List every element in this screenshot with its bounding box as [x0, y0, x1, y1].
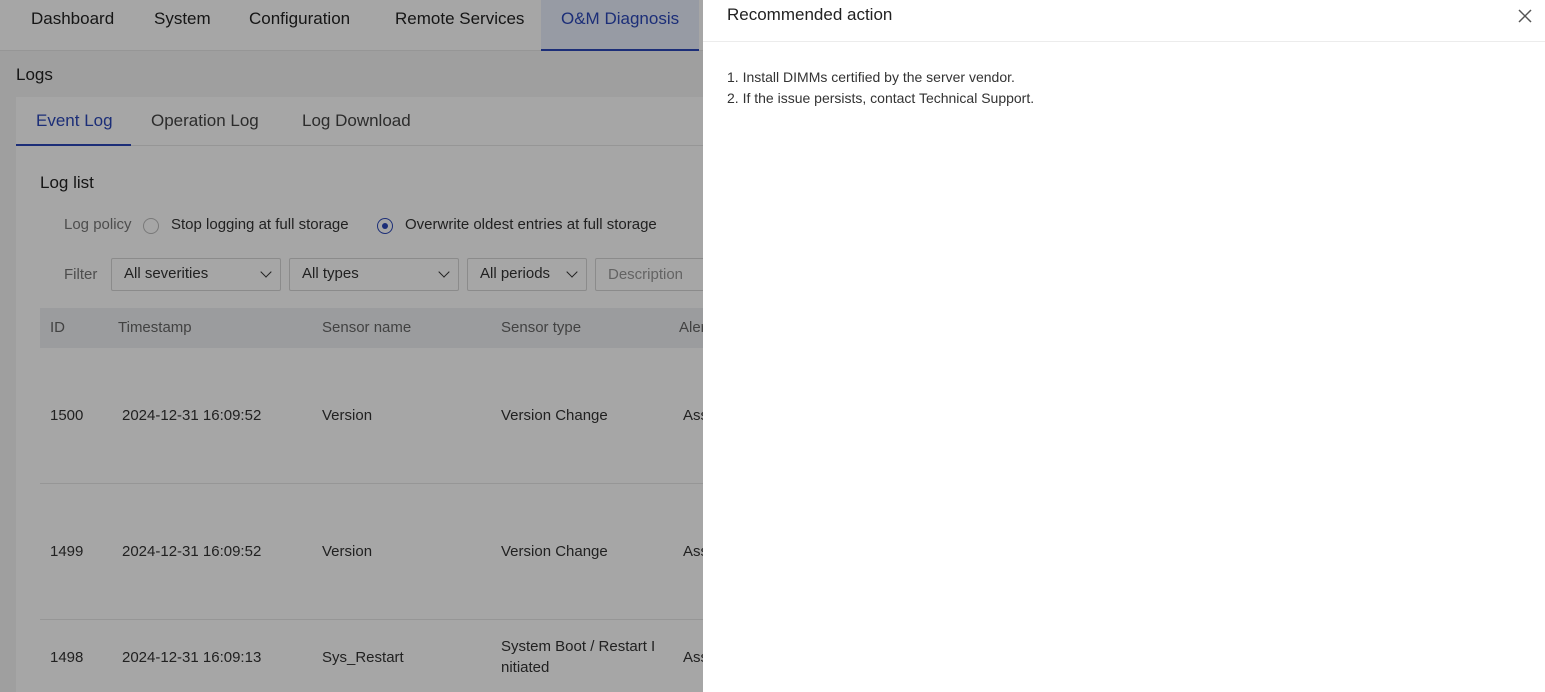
- drawer-body: 1. Install DIMMs certified by the server…: [727, 67, 1034, 109]
- recommended-action-line: 1. Install DIMMs certified by the server…: [727, 69, 1015, 85]
- recommended-action-drawer: Recommended action 1. Install DIMMs cert…: [703, 0, 1545, 692]
- close-icon[interactable]: [1516, 7, 1534, 25]
- drawer-title: Recommended action: [727, 5, 893, 24]
- recommended-action-line: 2. If the issue persists, contact Techni…: [727, 90, 1035, 106]
- drawer-header: Recommended action: [703, 0, 1545, 42]
